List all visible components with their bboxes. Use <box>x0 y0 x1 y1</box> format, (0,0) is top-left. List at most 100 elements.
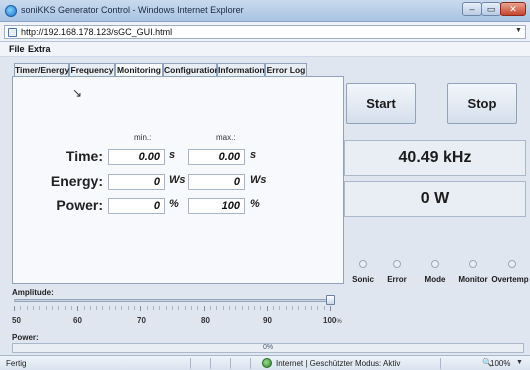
time-max-field[interactable]: 0.00 <box>188 149 245 165</box>
max-header: max.: <box>216 133 236 142</box>
security-zone-text[interactable]: Internet | Geschützter Modus: Aktiv <box>276 359 400 368</box>
amplitude-tick <box>311 306 313 310</box>
power-max-field[interactable]: 100 <box>188 198 245 214</box>
amplitude-tick <box>304 306 306 310</box>
amplitude-tick <box>165 306 167 310</box>
amplitude-tick <box>285 306 287 310</box>
chevron-down-icon[interactable]: ▼ <box>516 359 523 366</box>
menu-file[interactable]: File <box>9 44 25 54</box>
monitor-led <box>469 260 477 268</box>
time-min-field[interactable]: 0.00 <box>108 149 165 165</box>
amplitude-tick <box>209 306 211 310</box>
amplitude-unit: % <box>336 319 342 325</box>
tab-frequency[interactable]: Frequency <box>69 63 115 76</box>
amplitude-tick <box>89 306 91 310</box>
overtemp-led <box>508 260 516 268</box>
status-divider <box>190 358 191 369</box>
time-label: Time: <box>65 148 103 164</box>
amplitude-slider-thumb[interactable] <box>326 295 335 305</box>
energy-max-field[interactable]: 0 <box>188 174 245 190</box>
ie-icon <box>5 5 17 17</box>
amplitude-tick <box>254 306 256 310</box>
amplitude-tick <box>58 306 60 310</box>
tick-label: 100 <box>323 316 337 325</box>
amplitude-tick <box>108 306 110 310</box>
power-min-field[interactable]: 0 <box>108 198 165 214</box>
energy-min-field[interactable]: 0 <box>108 174 165 190</box>
amplitude-tick <box>266 306 268 311</box>
zoom-level[interactable]: 100% <box>490 359 510 368</box>
amplitude-ticks <box>14 306 331 311</box>
amplitude-tick <box>228 306 230 310</box>
tab-timer-energy[interactable]: Timer/Energy <box>14 63 69 76</box>
amplitude-tick <box>77 306 79 311</box>
energy-max-unit: Ws <box>250 174 267 186</box>
window-title: soniKKS Generator Control - Windows Inte… <box>21 5 244 15</box>
power-progress-text: 0% <box>262 344 274 351</box>
menu-extra[interactable]: Extra <box>28 44 51 54</box>
error-led <box>393 260 401 268</box>
tick-label-max: 100% <box>323 316 342 325</box>
start-button[interactable]: Start <box>346 83 416 124</box>
amplitude-slider-track[interactable] <box>14 299 331 302</box>
amplitude-tick <box>292 306 294 310</box>
sonic-led <box>359 260 367 268</box>
tick-label: 60 <box>73 316 82 325</box>
tick-label: 90 <box>263 316 272 325</box>
time-max-unit: s <box>250 149 257 161</box>
monitor-label: Monitor <box>458 275 488 284</box>
amplitude-label: Amplitude: <box>12 288 54 297</box>
amplitude-tick <box>102 306 104 310</box>
tick-label: 70 <box>137 316 146 325</box>
stop-button[interactable]: Stop <box>447 83 517 124</box>
power-max-unit: % <box>250 198 260 210</box>
close-button[interactable]: ✕ <box>500 2 526 16</box>
url-text: http://192.168.178.123/sGC_GUI.html <box>21 27 173 37</box>
maximize-button[interactable]: ▭ <box>481 2 501 16</box>
amplitude-tick <box>279 306 281 310</box>
amplitude-tick <box>115 306 117 310</box>
amplitude-tick <box>178 306 180 310</box>
amplitude-tick <box>83 306 85 310</box>
globe-icon <box>262 358 272 368</box>
amplitude-tick <box>159 306 161 310</box>
amplitude-tick <box>32 306 34 310</box>
tick-label: 80 <box>201 316 210 325</box>
tab-configuration[interactable]: Configuration <box>163 63 220 76</box>
mode-label: Mode <box>424 275 446 284</box>
address-bar: http://192.168.178.123/sGC_GUI.html ▼ <box>0 22 530 42</box>
url-field[interactable]: http://192.168.178.123/sGC_GUI.html ▼ <box>4 25 526 39</box>
power-progress-bar: 0% <box>12 343 524 353</box>
status-divider <box>210 358 211 369</box>
status-bar: Fertig Internet | Geschützter Modus: Akt… <box>0 355 530 370</box>
chevron-down-icon[interactable]: ▼ <box>515 27 522 34</box>
amplitude-tick <box>20 306 22 310</box>
amplitude-tick <box>273 306 275 310</box>
amplitude-tick <box>241 306 243 310</box>
amplitude-tick <box>153 306 155 310</box>
amplitude-tick <box>323 306 325 310</box>
title-bar: soniKKS Generator Control - Windows Inte… <box>0 0 530 22</box>
amplitude-tick <box>39 306 41 310</box>
amplitude-tick <box>222 306 224 310</box>
amplitude-tick <box>14 306 15 311</box>
amplitude-tick <box>260 306 262 310</box>
power-row-label: Power: <box>56 197 103 213</box>
amplitude-tick <box>146 306 148 310</box>
amplitude-tick <box>172 306 173 310</box>
min-header: min.: <box>134 133 152 142</box>
amplitude-tick <box>190 306 192 310</box>
tab-information[interactable]: Information <box>217 63 265 76</box>
amplitude-tick <box>317 306 319 310</box>
amplitude-tick <box>64 306 66 310</box>
tick-label: 50 <box>12 316 21 325</box>
amplitude-tick <box>51 306 53 310</box>
amplitude-tick <box>247 306 249 310</box>
amplitude-tick <box>235 306 237 310</box>
tab-monitoring[interactable]: Monitoring <box>115 63 163 77</box>
minimize-button[interactable]: – <box>462 2 482 16</box>
status-divider <box>230 358 231 369</box>
tab-error-log[interactable]: Error Log <box>265 63 307 76</box>
page-icon <box>8 28 17 37</box>
mode-led <box>431 260 439 268</box>
